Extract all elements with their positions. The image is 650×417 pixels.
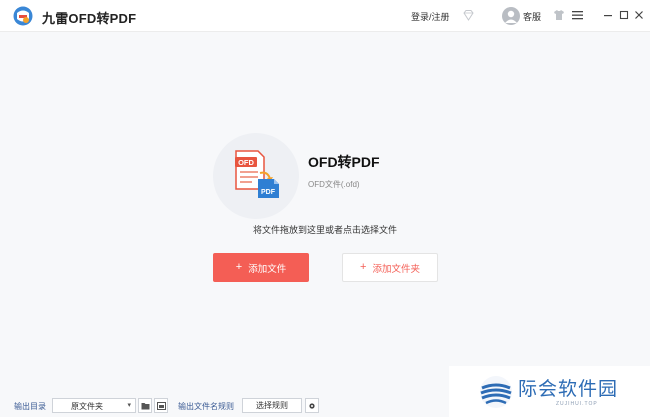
- add-file-label: 添加文件: [248, 263, 287, 275]
- chevron-down-icon: ▾: [127, 402, 131, 409]
- menu-icon[interactable]: [572, 10, 583, 20]
- watermark-logo-icon: [480, 376, 512, 408]
- open-folder-button[interactable]: [154, 398, 168, 413]
- maximize-icon[interactable]: [619, 9, 629, 21]
- folder-icon: [141, 402, 149, 409]
- diamond-icon[interactable]: [462, 9, 475, 22]
- ofd-label: OFD: [238, 158, 254, 167]
- output-dir-select[interactable]: 原文件夹 ▾: [52, 398, 136, 413]
- output-dir-value: 原文件夹: [71, 402, 103, 411]
- gear-icon: [309, 402, 315, 409]
- choose-rule-button[interactable]: 选择规则: [242, 398, 302, 413]
- conversion-subtitle: OFD文件(.ofd): [308, 180, 360, 189]
- close-icon[interactable]: [634, 9, 644, 21]
- open-folder-icon: [156, 401, 166, 410]
- rule-settings-button[interactable]: [305, 398, 319, 413]
- name-rule-label: 输出文件名规则: [178, 402, 234, 411]
- app-title: 九雷OFD转PDF: [42, 11, 137, 26]
- login-register-link[interactable]: 登录/注册: [411, 10, 450, 23]
- ofd-to-pdf-icon: OFD PDF: [235, 150, 279, 198]
- browse-folder-button[interactable]: [138, 398, 152, 413]
- output-dir-label: 输出目录: [14, 402, 46, 411]
- conversion-title: OFD转PDF: [308, 154, 380, 170]
- minimize-icon[interactable]: [603, 9, 613, 21]
- watermark-text: 际会软件园: [518, 378, 619, 400]
- avatar-icon[interactable]: [502, 7, 520, 25]
- shirt-icon[interactable]: [553, 9, 565, 21]
- drop-hint-text: 将文件拖放到这里或者点击选择文件: [252, 225, 397, 235]
- customer-service-link[interactable]: 客服: [523, 10, 541, 23]
- plus-icon: +: [360, 261, 367, 273]
- add-file-button[interactable]: + 添加文件: [213, 253, 309, 282]
- pdf-label: PDF: [261, 189, 276, 196]
- watermark-subtext: ZUJIHUI.TOP: [556, 401, 598, 407]
- app-logo-icon: [13, 6, 33, 26]
- add-folder-button[interactable]: + 添加文件夹: [342, 253, 438, 282]
- plus-icon: +: [235, 261, 243, 273]
- title-bar: 九雷OFD转PDF 登录/注册 客服: [0, 0, 650, 32]
- add-folder-label: 添加文件夹: [372, 263, 420, 275]
